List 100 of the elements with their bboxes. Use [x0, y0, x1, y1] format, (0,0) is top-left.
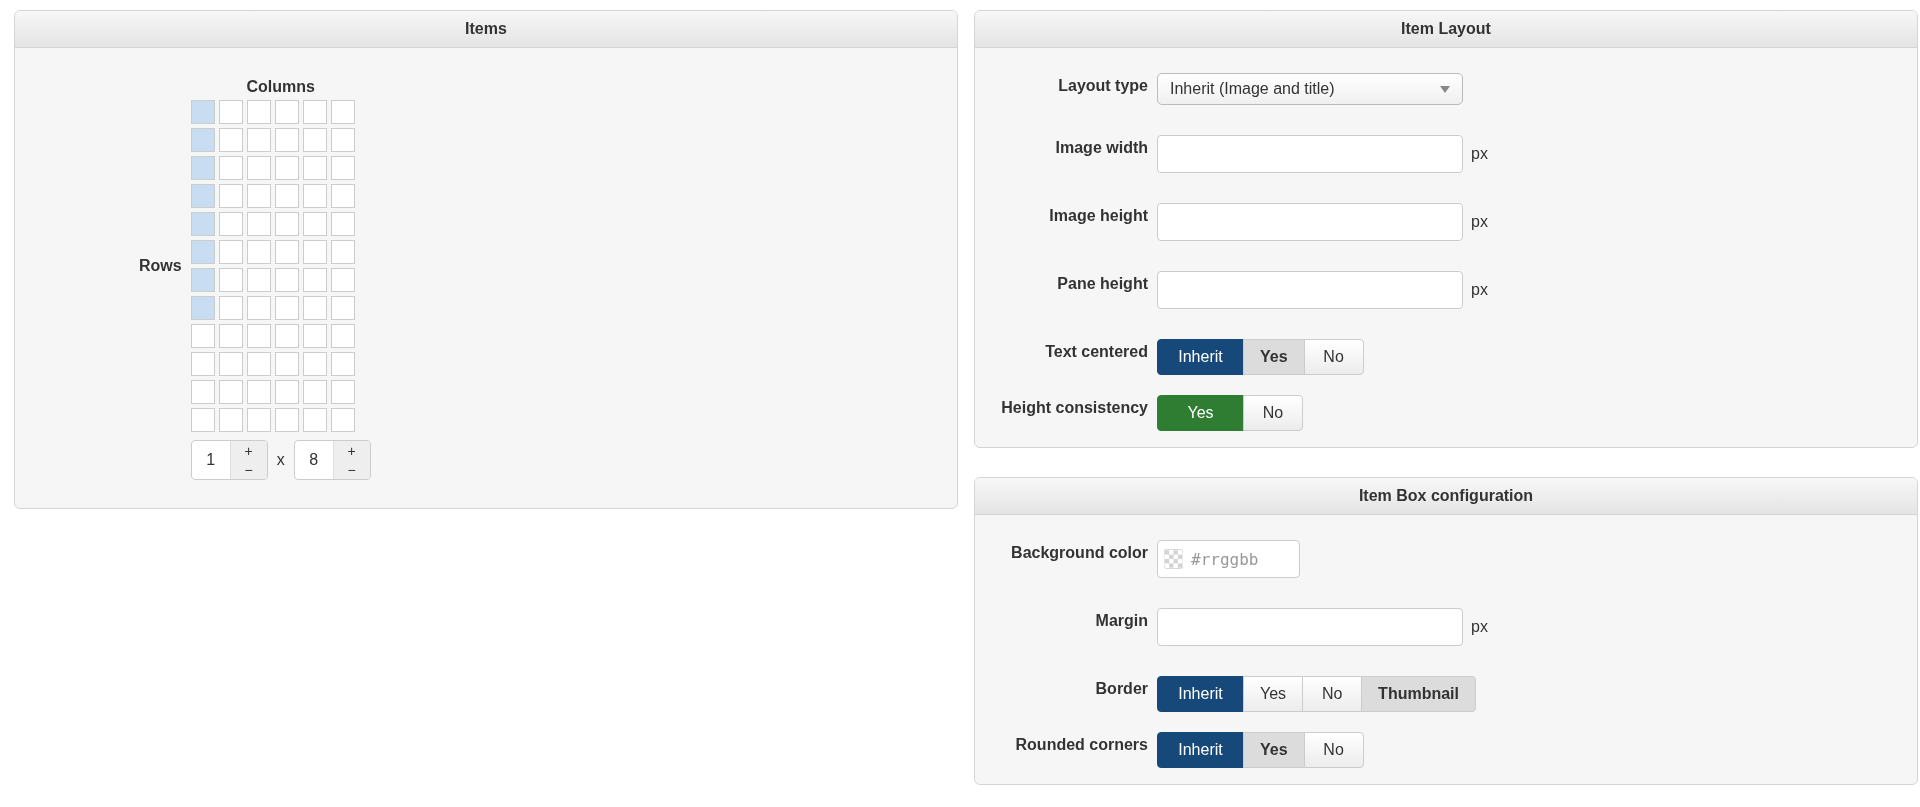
grid-cell[interactable]: [330, 240, 355, 264]
input-field[interactable]: [1157, 135, 1463, 173]
grid-cell[interactable]: [274, 184, 299, 208]
grid-cell[interactable]: [190, 128, 215, 152]
decrement-button[interactable]: −: [333, 460, 370, 479]
grid-cell[interactable]: [302, 240, 327, 264]
toggle-option[interactable]: Yes: [1243, 676, 1304, 712]
grid-cell[interactable]: [274, 380, 299, 404]
grid-cell[interactable]: [190, 212, 215, 236]
grid-cell[interactable]: [302, 100, 327, 124]
toggle-option[interactable]: Yes: [1243, 732, 1305, 768]
grid-cell[interactable]: [302, 408, 327, 432]
toggle-option[interactable]: Inherit: [1157, 676, 1244, 712]
grid-cell[interactable]: [190, 240, 215, 264]
grid-cell[interactable]: [218, 128, 243, 152]
grid-cell[interactable]: [190, 184, 215, 208]
toggle-option[interactable]: Yes: [1243, 339, 1305, 375]
decrement-button[interactable]: −: [230, 460, 267, 479]
grid-cell[interactable]: [330, 324, 355, 348]
grid-cell[interactable]: [274, 100, 299, 124]
grid-cell[interactable]: [302, 156, 327, 180]
toggle-option[interactable]: Yes: [1157, 395, 1244, 431]
grid-cell[interactable]: [218, 156, 243, 180]
field-label: Text centered: [1044, 342, 1149, 361]
grid-cell[interactable]: [274, 128, 299, 152]
grid-cell[interactable]: [218, 296, 243, 320]
grid-cell[interactable]: [190, 156, 215, 180]
number-stepper[interactable]: 8 + −: [293, 440, 371, 480]
grid-cell[interactable]: [274, 212, 299, 236]
color-field[interactable]: #rrggbb: [1157, 540, 1300, 578]
grid-cell[interactable]: [218, 408, 243, 432]
grid-cell[interactable]: [330, 352, 355, 376]
layout-type-dropdown[interactable]: Inherit (Image and title): [1157, 73, 1463, 105]
grid-cell[interactable]: [330, 408, 355, 432]
toggle-option[interactable]: No: [1243, 395, 1303, 431]
grid-cell[interactable]: [302, 268, 327, 292]
grid-cell[interactable]: [274, 352, 299, 376]
input-field[interactable]: [1157, 608, 1463, 646]
toggle-option[interactable]: No: [1302, 676, 1363, 712]
grid-cell[interactable]: [246, 240, 271, 264]
input-field[interactable]: [1157, 203, 1463, 241]
grid-cell[interactable]: [190, 296, 215, 320]
increment-button[interactable]: +: [230, 441, 267, 460]
toggle-option[interactable]: Inherit: [1157, 732, 1244, 768]
grid-cell[interactable]: [218, 268, 243, 292]
grid-cell[interactable]: [246, 212, 271, 236]
grid-cell[interactable]: [274, 240, 299, 264]
grid-cell[interactable]: [218, 212, 243, 236]
grid-cell[interactable]: [190, 324, 215, 348]
grid-cell[interactable]: [330, 296, 355, 320]
grid-cell[interactable]: [330, 100, 355, 124]
grid-cell[interactable]: [274, 324, 299, 348]
grid-cell[interactable]: [330, 156, 355, 180]
grid-cell[interactable]: [274, 408, 299, 432]
grid-cell[interactable]: [274, 156, 299, 180]
toggle-option[interactable]: No: [1303, 339, 1364, 375]
grid-cell[interactable]: [218, 184, 243, 208]
grid-cell[interactable]: [246, 128, 271, 152]
grid-cell[interactable]: [302, 324, 327, 348]
grid-cell[interactable]: [246, 156, 271, 180]
input-field[interactable]: [1157, 271, 1463, 309]
grid-cell[interactable]: [246, 408, 271, 432]
color-input[interactable]: #rrggbb: [1189, 548, 1293, 570]
grid-cell[interactable]: [190, 380, 215, 404]
grid-cell[interactable]: [274, 268, 299, 292]
increment-button[interactable]: +: [333, 441, 370, 460]
grid-cell[interactable]: [246, 100, 271, 124]
grid-cell[interactable]: [302, 128, 327, 152]
grid-cell[interactable]: [218, 240, 243, 264]
grid-cell[interactable]: [190, 100, 215, 124]
grid-cell[interactable]: [330, 212, 355, 236]
grid-cell[interactable]: [190, 268, 215, 292]
grid-cell[interactable]: [302, 184, 327, 208]
grid-cell[interactable]: [246, 296, 271, 320]
grid-cell[interactable]: [302, 212, 327, 236]
grid-cell[interactable]: [274, 296, 299, 320]
grid-cell[interactable]: [218, 380, 243, 404]
grid-cell[interactable]: [190, 408, 215, 432]
number-stepper[interactable]: 1 + −: [190, 440, 268, 480]
toggle-option[interactable]: Thumbnail: [1361, 676, 1476, 712]
grid-cell[interactable]: [246, 380, 271, 404]
field-label: Height consistency: [1000, 398, 1149, 417]
grid-cell[interactable]: [246, 268, 271, 292]
grid-cell[interactable]: [218, 100, 243, 124]
grid-cell[interactable]: [330, 184, 355, 208]
grid-cell[interactable]: [302, 352, 327, 376]
columns-label: Columns: [246, 78, 315, 96]
grid-cell[interactable]: [218, 352, 243, 376]
grid-cell[interactable]: [330, 128, 355, 152]
grid-cell[interactable]: [302, 296, 327, 320]
grid-cell[interactable]: [246, 324, 271, 348]
grid-cell[interactable]: [330, 380, 355, 404]
grid-cell[interactable]: [330, 268, 355, 292]
toggle-option[interactable]: Inherit: [1157, 339, 1244, 375]
grid-cell[interactable]: [246, 184, 271, 208]
grid-cell[interactable]: [190, 352, 215, 376]
grid-cell[interactable]: [246, 352, 271, 376]
grid-cell[interactable]: [302, 380, 327, 404]
grid-cell[interactable]: [218, 324, 243, 348]
toggle-option[interactable]: No: [1303, 732, 1364, 768]
